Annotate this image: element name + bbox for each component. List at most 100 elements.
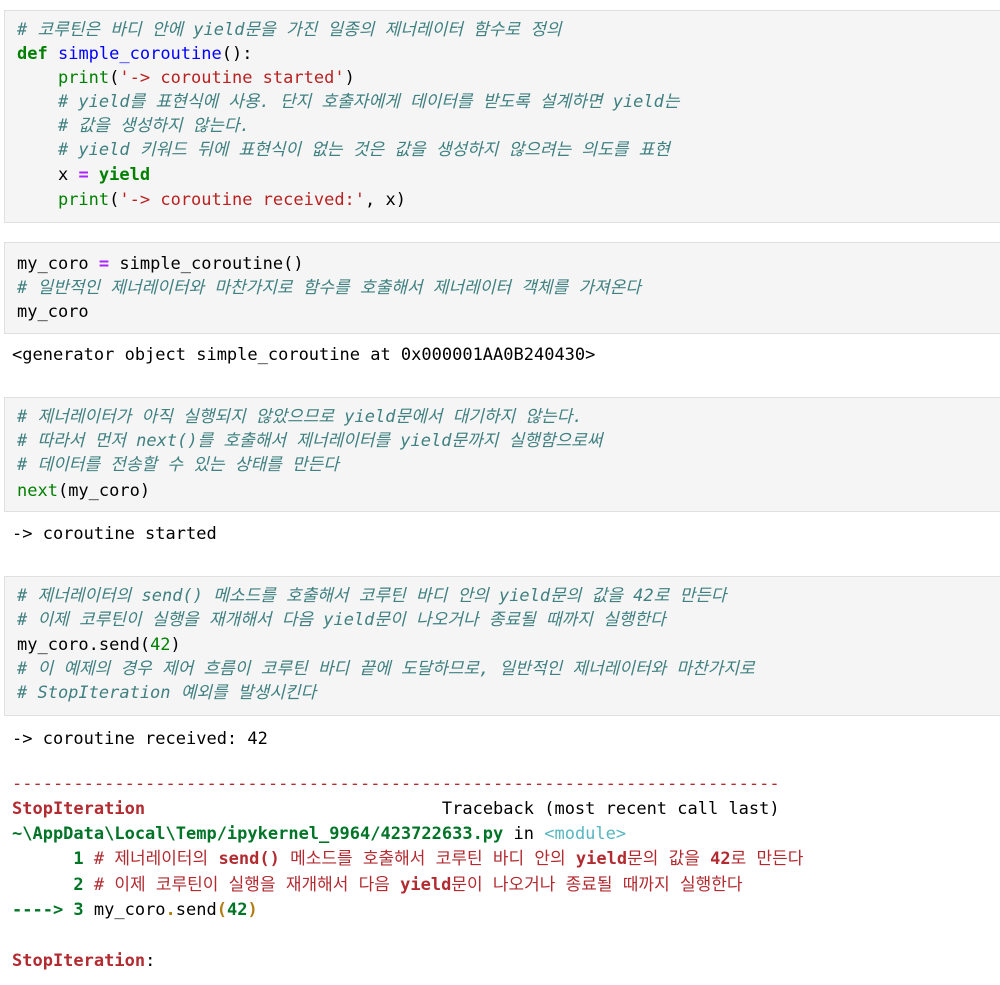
code-line: # 이 예제의 경우 제어 흐름이 코루틴 바디 끝에 도달하므로, 일반적인 … <box>17 657 755 681</box>
line-number: 2 <box>12 875 94 895</box>
code-text: ) <box>247 900 258 920</box>
code-text: ) <box>344 68 355 88</box>
code-text: my_coro <box>93 900 166 920</box>
comment: # 따라서 먼저 next()를 호출해서 제너레이터를 yield문까지 실행… <box>17 431 603 451</box>
comment: # 코루틴은 바디 안에 yield문을 가진 일종의 제너레이터 함수로 정의 <box>17 20 562 40</box>
traceback-location: ~\AppData\Local\Temp/ipykernel_9964/4237… <box>12 822 626 846</box>
code-text: yield <box>400 875 452 895</box>
code-line: # 이제 코루틴이 실행을 재개해서 다음 yield문이 나오거나 종료될 때… <box>17 608 666 632</box>
operator: = <box>78 165 89 185</box>
code-text: # 제너레이터의 <box>93 849 219 869</box>
variable: my_coro <box>17 302 89 322</box>
code-text: : <box>145 951 156 971</box>
comment: # 제너레이터의 send() 메소드를 호출해서 코루틴 바디 안의 yiel… <box>17 586 727 606</box>
builtin-next: next <box>17 481 58 501</box>
code-line: # StopIteration 예외를 발생시킨다 <box>17 681 316 705</box>
code-line: # yield를 표현식에 사용. 단지 호출자에게 데이터를 받도록 설계하면… <box>17 90 680 114</box>
code-text: 42 <box>710 849 731 869</box>
code-text: 문의 값을 <box>627 849 711 869</box>
code-text: my_coro.send( <box>17 635 151 655</box>
traceback-header: StopIteration Traceback (most recent cal… <box>12 797 780 821</box>
code-text: 메소드를 호출해서 코루틴 바디 안의 <box>279 849 576 869</box>
code-line: # 데이터를 전송할 수 있는 상태를 만든다 <box>17 453 339 477</box>
traceback-line-2: 2 # 이제 코루틴이 실행을 재개해서 다음 yield문이 나오거나 종료될… <box>12 873 743 897</box>
line-number: 1 <box>12 849 94 869</box>
code-line: my_coro <box>17 300 89 324</box>
exception-name: StopIteration <box>12 799 146 819</box>
code-line: # 코루틴은 바디 안에 yield문을 가진 일종의 제너레이터 함수로 정의 <box>17 18 562 42</box>
code-line: def simple_coroutine(): <box>17 42 252 66</box>
string-literal: '-> coroutine started' <box>119 68 345 88</box>
code-cell-3[interactable]: # 제너레이터가 아직 실행되지 않았으므로 yield문에서 대기하지 않는다… <box>4 397 1000 512</box>
traceback-label: Traceback (most recent call last) <box>145 799 780 819</box>
comment: # 이 예제의 경우 제어 흐름이 코루틴 바디 끝에 도달하므로, 일반적인 … <box>17 659 755 679</box>
code-line: # 제너레이터가 아직 실행되지 않았으므로 yield문에서 대기하지 않는다… <box>17 405 583 429</box>
comment: # 이제 코루틴이 실행을 재개해서 다음 yield문이 나오거나 종료될 때… <box>17 610 666 630</box>
code-cell-2[interactable]: my_coro = simple_coroutine() # 일반적인 제너레이… <box>4 242 1000 334</box>
code-cell-4[interactable]: # 제너레이터의 send() 메소드를 호출해서 코루틴 바디 안의 yiel… <box>4 576 1000 716</box>
code-text: 문이 나오거나 종료될 때까지 실행한다 <box>451 875 743 895</box>
code-text: ( <box>216 900 227 920</box>
code-text: in <box>503 824 545 844</box>
code-text: # 이제 코루틴이 실행을 재개해서 다음 <box>93 875 401 895</box>
number-literal: 42 <box>150 635 171 655</box>
cell-3-output: -> coroutine started <box>12 524 217 544</box>
code-text: ( <box>109 68 120 88</box>
comment: # 일반적인 제너레이터와 마찬가지로 함수를 호출해서 제너레이터 객체를 가… <box>17 278 641 298</box>
code-line: # 일반적인 제너레이터와 마찬가지로 함수를 호출해서 제너레이터 객체를 가… <box>17 276 641 300</box>
code-text: 로 만든다 <box>730 849 804 869</box>
code-line: print('-> coroutine started') <box>17 66 355 90</box>
code-cell-1[interactable]: # 코루틴은 바디 안에 yield문을 가진 일종의 제너레이터 함수로 정의… <box>4 10 1000 223</box>
keyword-def: def <box>17 44 48 64</box>
traceback-separator: ----------------------------------------… <box>12 774 780 794</box>
cell-2-output: <generator object simple_coroutine at 0x… <box>12 345 596 365</box>
comment: # 제너레이터가 아직 실행되지 않았으므로 yield문에서 대기하지 않는다… <box>17 407 583 427</box>
variable: x <box>57 165 79 185</box>
code-line: next(my_coro) <box>17 479 150 503</box>
keyword-yield: yield <box>88 165 151 185</box>
function-call: simple_coroutine() <box>109 254 304 274</box>
code-line: # 제너레이터의 send() 메소드를 호출해서 코루틴 바디 안의 yiel… <box>17 584 726 608</box>
code-text: (my_coro) <box>57 481 151 501</box>
builtin-print: print <box>57 68 110 88</box>
traceback-line-1: 1 # 제너레이터의 send() 메소드를 호출해서 코루틴 바디 안의 yi… <box>12 847 803 871</box>
comment: # 값을 생성하지 않는다. <box>57 116 250 136</box>
traceback-module: <module> <box>544 824 627 844</box>
code-text: ) <box>170 635 181 655</box>
code-text: yield <box>575 849 628 869</box>
code-line: my_coro = simple_coroutine() <box>17 252 304 276</box>
final-exception: StopIteration: <box>12 949 155 973</box>
code-text: send() <box>218 849 280 869</box>
traceback-path: ~\AppData\Local\Temp/ipykernel_9964/4237… <box>12 824 504 844</box>
code-line: print('-> coroutine received:', x) <box>17 188 406 212</box>
code-text: send <box>175 900 217 920</box>
code-text: 42 <box>227 900 248 920</box>
code-line: my_coro.send(42) <box>17 633 181 657</box>
code-text: (): <box>221 44 253 64</box>
comment: # 데이터를 전송할 수 있는 상태를 만든다 <box>17 455 339 475</box>
variable: my_coro <box>17 254 99 274</box>
code-line: # 따라서 먼저 next()를 호출해서 제너레이터를 yield문까지 실행… <box>17 429 602 453</box>
operator: = <box>98 254 110 274</box>
code-text: , x) <box>365 190 406 210</box>
code-text: . <box>165 900 176 920</box>
function-name: simple_coroutine <box>57 44 222 64</box>
comment: # StopIteration 예외를 발생시킨다 <box>17 683 317 703</box>
code-line: # 값을 생성하지 않는다. <box>17 114 250 138</box>
cell-4-output-received: -> coroutine received: 42 <box>12 729 268 749</box>
code-line: # yield 키워드 뒤에 표현식이 없는 것은 값을 생성하지 않으려는 의… <box>17 138 670 162</box>
builtin-print: print <box>57 190 110 210</box>
exception-name: StopIteration <box>12 951 146 971</box>
code-text: ( <box>109 190 120 210</box>
string-literal: '-> coroutine received:' <box>119 190 366 210</box>
comment: # yield를 표현식에 사용. 단지 호출자에게 데이터를 받도록 설계하면… <box>57 92 680 112</box>
traceback-line-3: ----> 3 my_coro.send(42) <box>12 898 258 922</box>
line-arrow: ----> 3 <box>12 900 94 920</box>
code-line: x = yield <box>17 163 150 187</box>
